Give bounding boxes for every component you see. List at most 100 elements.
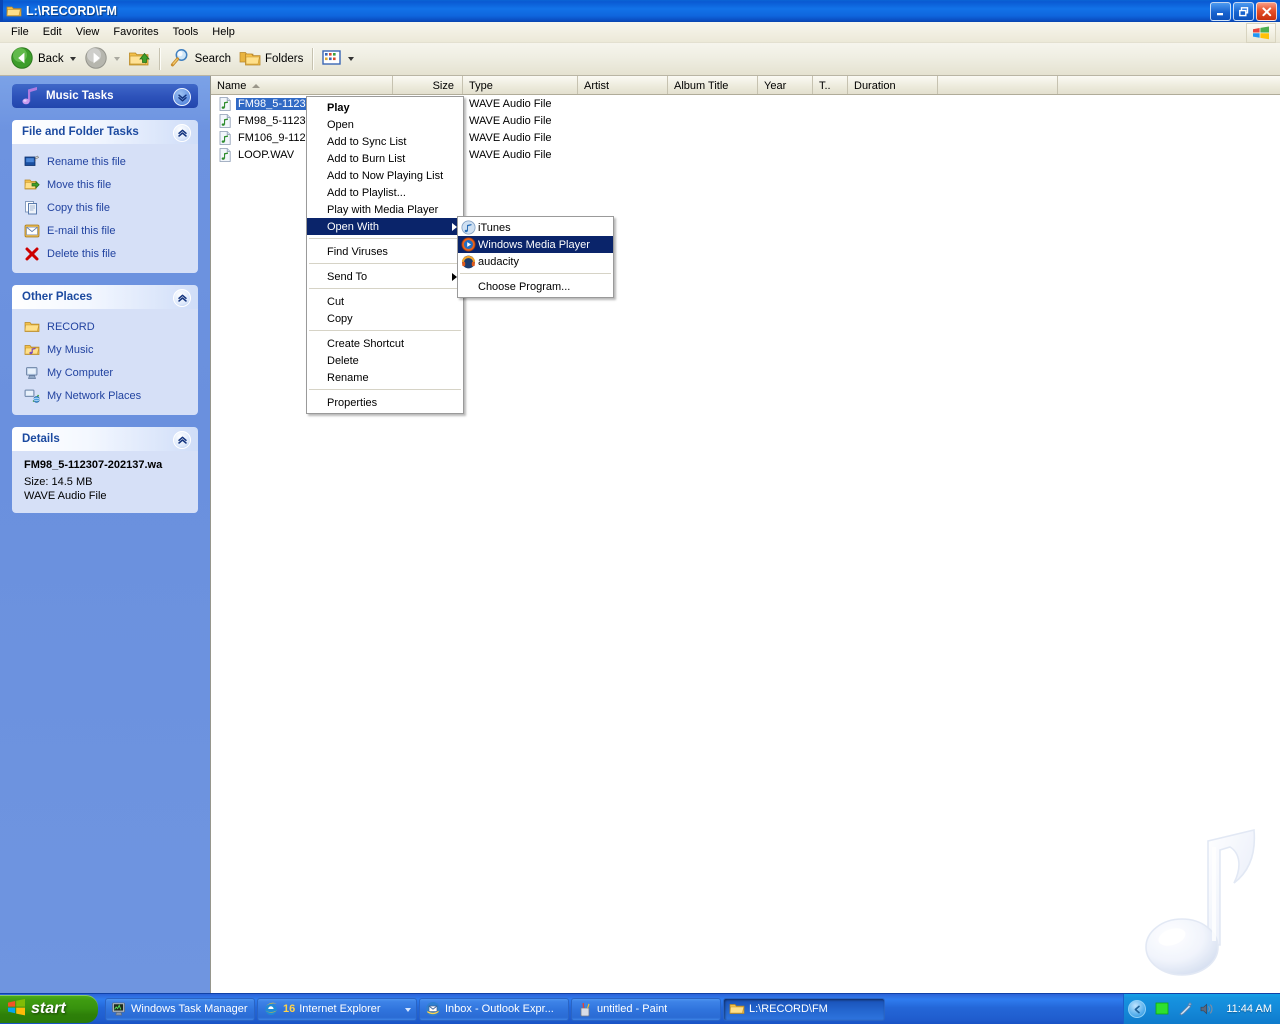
context-menu-item-open[interactable]: Open bbox=[307, 116, 463, 133]
context-menu-item-add-to-burn-list[interactable]: Add to Burn List bbox=[307, 150, 463, 167]
minimize-button[interactable] bbox=[1210, 2, 1231, 21]
task-copy-this-file[interactable]: Copy this file bbox=[12, 196, 198, 219]
column-header-size[interactable]: Size bbox=[393, 76, 463, 94]
title-bar[interactable]: L:\RECORD\FM bbox=[0, 0, 1280, 22]
up-button[interactable] bbox=[124, 46, 154, 72]
context-menu-item-add-to-now-playing-list[interactable]: Add to Now Playing List bbox=[307, 167, 463, 184]
panel-header-music-tasks[interactable]: Music Tasks bbox=[12, 84, 198, 108]
context-menu-item-label: Send To bbox=[327, 270, 368, 283]
chevron-up-icon[interactable] bbox=[173, 431, 191, 449]
panel-body-details: FM98_5-112307-202137.wa Size: 14.5 MB WA… bbox=[12, 451, 198, 513]
panel-other-places: Other Places RECORD My Music My Computer… bbox=[12, 285, 198, 415]
chevron-down-icon[interactable] bbox=[173, 88, 191, 106]
menu-help[interactable]: Help bbox=[205, 24, 242, 40]
itunes-icon bbox=[461, 220, 476, 235]
folder-icon bbox=[6, 3, 22, 19]
panel-title-details: Details bbox=[22, 433, 60, 445]
menu-edit[interactable]: Edit bbox=[36, 24, 69, 40]
open-with-item-itunes[interactable]: iTunes bbox=[458, 219, 613, 236]
views-button[interactable] bbox=[318, 46, 358, 72]
context-menu-item-open-with[interactable]: Open With bbox=[307, 218, 463, 235]
context-menu-item-copy[interactable]: Copy bbox=[307, 310, 463, 327]
column-header-artist[interactable]: Artist bbox=[578, 76, 668, 94]
context-menu-item-play-with-media-player[interactable]: Play with Media Player bbox=[307, 201, 463, 218]
context-menu-separator bbox=[309, 330, 461, 332]
context-menu-item-add-to-playlist[interactable]: Add to Playlist... bbox=[307, 184, 463, 201]
search-button[interactable]: Search bbox=[165, 46, 235, 72]
column-header-year[interactable]: Year bbox=[758, 76, 813, 94]
context-menu-item-delete[interactable]: Delete bbox=[307, 352, 463, 369]
context-menu-item-label: Open With bbox=[327, 220, 379, 233]
taskbar-button-inbox-outlook-express[interactable]: Inbox - Outlook Expr... bbox=[419, 997, 569, 1021]
menu-tools[interactable]: Tools bbox=[166, 24, 206, 40]
open-with-item-audacity[interactable]: audacity bbox=[458, 253, 613, 270]
task-label: E-mail this file bbox=[47, 224, 116, 237]
back-dropdown-icon[interactable] bbox=[69, 57, 76, 61]
chevron-down-icon[interactable] bbox=[405, 1007, 411, 1012]
back-button[interactable]: Back bbox=[6, 46, 80, 72]
task-label: Move this file bbox=[47, 178, 112, 191]
place-my-computer[interactable]: My Computer bbox=[12, 361, 198, 384]
task-email-this-file[interactable]: E-mail this file bbox=[12, 219, 198, 242]
panel-header-details[interactable]: Details bbox=[12, 427, 198, 451]
taskbar-button-label: Inbox - Outlook Expr... bbox=[445, 1003, 554, 1015]
menu-file[interactable]: File bbox=[4, 24, 36, 40]
start-button[interactable]: start bbox=[0, 995, 98, 1023]
menu-view[interactable]: View bbox=[69, 24, 107, 40]
panel-file-and-folder-tasks: File and Folder Tasks Rename this file M… bbox=[12, 120, 198, 273]
pen-icon[interactable] bbox=[1177, 1001, 1193, 1017]
open-with-submenu[interactable]: iTunes Windows Media Player audacity Cho… bbox=[457, 216, 614, 298]
taskbar-button-untitled-paint[interactable]: untitled - Paint bbox=[571, 997, 721, 1021]
place-record[interactable]: RECORD bbox=[12, 315, 198, 338]
panel-header-other-places[interactable]: Other Places bbox=[12, 285, 198, 309]
file-list-pane[interactable]: Name Size Type Artist Album Title Year T… bbox=[210, 76, 1280, 994]
green-square-icon[interactable] bbox=[1155, 1001, 1171, 1017]
context-menu-item-send-to[interactable]: Send To bbox=[307, 268, 463, 285]
taskbar-button-windows-task-manager[interactable]: Windows Task Manager bbox=[105, 997, 255, 1021]
context-menu-item-play[interactable]: Play bbox=[307, 99, 463, 116]
task-delete-this-file[interactable]: Delete this file bbox=[12, 242, 198, 265]
task-move-this-file[interactable]: Move this file bbox=[12, 173, 198, 196]
column-header-track[interactable]: T.. bbox=[813, 76, 848, 94]
folders-button[interactable]: Folders bbox=[235, 46, 307, 72]
close-button[interactable] bbox=[1256, 2, 1277, 21]
column-header-row: Name Size Type Artist Album Title Year T… bbox=[211, 76, 1280, 95]
open-with-item-label: audacity bbox=[478, 255, 519, 268]
column-header-type[interactable]: Type bbox=[463, 76, 578, 94]
task-rename-this-file[interactable]: Rename this file bbox=[12, 150, 198, 173]
chevron-up-icon[interactable] bbox=[173, 289, 191, 307]
rename-icon bbox=[24, 154, 40, 170]
up-folder-icon bbox=[128, 48, 150, 71]
clock[interactable]: 11:44 AM bbox=[1226, 1003, 1272, 1015]
column-header-album-title[interactable]: Album Title bbox=[668, 76, 758, 94]
column-header-duration[interactable]: Duration bbox=[848, 76, 938, 94]
context-menu-item-cut[interactable]: Cut bbox=[307, 293, 463, 310]
taskbar-button-explorer-record-fm[interactable]: L:\RECORD\FM bbox=[723, 997, 885, 1021]
panel-header-file-and-folder-tasks[interactable]: File and Folder Tasks bbox=[12, 120, 198, 144]
views-icon bbox=[322, 49, 342, 70]
file-name: LOOP.WAV bbox=[238, 148, 295, 161]
column-header-name[interactable]: Name bbox=[211, 76, 393, 94]
file-context-menu[interactable]: Play Open Add to Sync List Add to Burn L… bbox=[306, 96, 464, 414]
context-menu-separator bbox=[309, 288, 461, 290]
menu-favorites[interactable]: Favorites bbox=[106, 24, 165, 40]
open-with-item-windows-media-player[interactable]: Windows Media Player bbox=[458, 236, 613, 253]
chevron-up-icon[interactable] bbox=[173, 124, 191, 142]
volume-icon[interactable] bbox=[1199, 1001, 1215, 1017]
column-header-extra[interactable] bbox=[938, 76, 1058, 94]
place-my-music[interactable]: My Music bbox=[12, 338, 198, 361]
context-menu-item-properties[interactable]: Properties bbox=[307, 394, 463, 411]
open-with-item-choose-program[interactable]: Choose Program... bbox=[458, 278, 613, 295]
context-menu-item-find-viruses[interactable]: Find Viruses bbox=[307, 243, 463, 260]
views-dropdown-icon[interactable] bbox=[348, 57, 355, 61]
folder-icon bbox=[729, 1001, 745, 1017]
maximize-button[interactable] bbox=[1233, 2, 1254, 21]
taskbar-button-internet-explorer[interactable]: 16 Internet Explorer bbox=[257, 997, 417, 1021]
context-menu-item-rename[interactable]: Rename bbox=[307, 369, 463, 386]
context-menu-item-add-to-sync-list[interactable]: Add to Sync List bbox=[307, 133, 463, 150]
tray-expand-icon[interactable] bbox=[1128, 1000, 1147, 1018]
place-my-network-places[interactable]: My Network Places bbox=[12, 384, 198, 407]
context-menu-item-create-shortcut[interactable]: Create Shortcut bbox=[307, 335, 463, 352]
column-label: Size bbox=[432, 80, 454, 92]
copy-icon bbox=[24, 200, 40, 216]
